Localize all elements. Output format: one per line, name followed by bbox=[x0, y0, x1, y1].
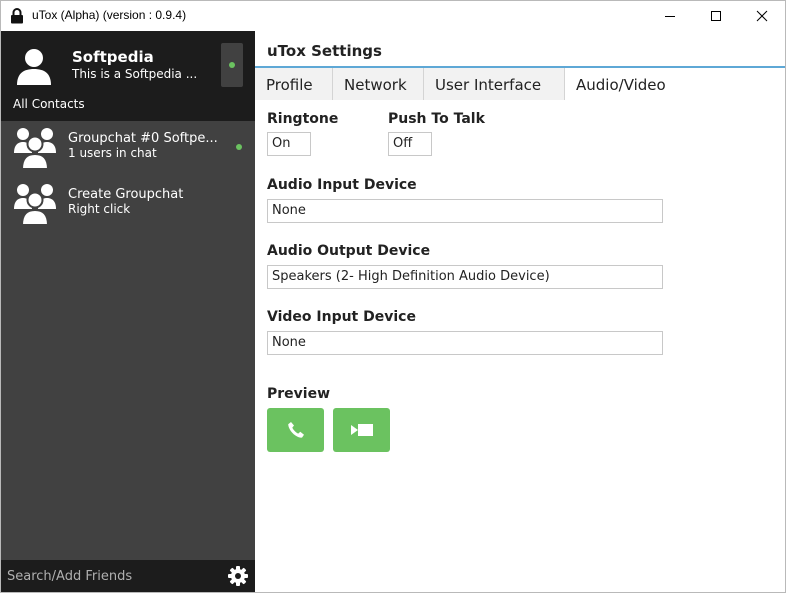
tab-profile[interactable]: Profile bbox=[255, 68, 333, 100]
page-title: uTox Settings bbox=[267, 42, 382, 60]
preview-label: Preview bbox=[267, 386, 331, 402]
minimize-icon bbox=[665, 16, 675, 17]
close-button[interactable] bbox=[739, 1, 785, 31]
minimize-button[interactable] bbox=[647, 1, 693, 31]
audio-input-dropdown[interactable]: None bbox=[267, 199, 663, 223]
settings-panel: uTox Settings Profile Network User Inter… bbox=[255, 31, 785, 592]
search-bar bbox=[1, 560, 221, 592]
video-input-label: Video Input Device bbox=[267, 309, 416, 325]
audio-output-dropdown[interactable]: Speakers (2- High Definition Audio Devic… bbox=[267, 265, 663, 289]
online-status-dot bbox=[236, 144, 242, 150]
sidebar: Softpedia This is a Softpedia ... All Co… bbox=[1, 31, 255, 592]
maximize-icon bbox=[711, 11, 721, 21]
self-status-message: This is a Softpedia ... bbox=[72, 67, 198, 81]
group-icon bbox=[14, 184, 56, 225]
gear-icon bbox=[228, 566, 248, 586]
contact-item-create-groupchat[interactable]: Create Groupchat Right click bbox=[1, 177, 255, 233]
tab-user-interface[interactable]: User Interface bbox=[424, 68, 565, 100]
lock-icon bbox=[11, 8, 23, 24]
video-preview-button[interactable] bbox=[333, 408, 390, 452]
push-to-talk-label: Push To Talk bbox=[388, 111, 485, 127]
window-title: uTox (Alpha) (version : 0.9.4) bbox=[32, 8, 187, 22]
tab-audio-video[interactable]: Audio/Video bbox=[565, 68, 685, 100]
contact-name: Create Groupchat bbox=[68, 187, 184, 202]
audio-preview-button[interactable] bbox=[267, 408, 324, 452]
status-selector-button[interactable] bbox=[221, 43, 243, 87]
maximize-button[interactable] bbox=[693, 1, 739, 31]
self-profile-panel[interactable]: Softpedia This is a Softpedia ... All Co… bbox=[1, 31, 255, 121]
audio-output-label: Audio Output Device bbox=[267, 243, 431, 259]
tab-network[interactable]: Network bbox=[333, 68, 424, 100]
ringtone-label: Ringtone bbox=[267, 111, 339, 127]
settings-button[interactable] bbox=[221, 560, 255, 592]
push-to-talk-dropdown[interactable]: Off bbox=[388, 132, 432, 156]
contact-filter-label[interactable]: All Contacts bbox=[13, 97, 85, 111]
search-add-friends-input[interactable] bbox=[1, 560, 221, 592]
user-avatar-icon bbox=[17, 49, 51, 85]
contact-name: Groupchat #0 Softpe... bbox=[68, 131, 218, 146]
audio-input-label: Audio Input Device bbox=[267, 177, 417, 193]
settings-tabs: Profile Network User Interface Audio/Vid… bbox=[255, 66, 785, 100]
contact-item-groupchat[interactable]: Groupchat #0 Softpe... 1 users in chat bbox=[1, 121, 255, 177]
title-bar: uTox (Alpha) (version : 0.9.4) bbox=[1, 1, 785, 31]
ringtone-dropdown[interactable]: On bbox=[267, 132, 311, 156]
video-camera-icon bbox=[350, 424, 373, 436]
video-input-dropdown[interactable]: None bbox=[267, 331, 663, 355]
contact-subtitle: 1 users in chat bbox=[68, 146, 157, 160]
close-icon bbox=[756, 10, 768, 22]
phone-icon bbox=[287, 422, 304, 438]
contact-subtitle: Right click bbox=[68, 202, 131, 216]
utox-window: uTox (Alpha) (version : 0.9.4) Softpedia… bbox=[0, 0, 786, 593]
group-icon bbox=[14, 128, 56, 169]
online-status-dot bbox=[229, 62, 235, 68]
self-name: Softpedia bbox=[72, 48, 154, 66]
